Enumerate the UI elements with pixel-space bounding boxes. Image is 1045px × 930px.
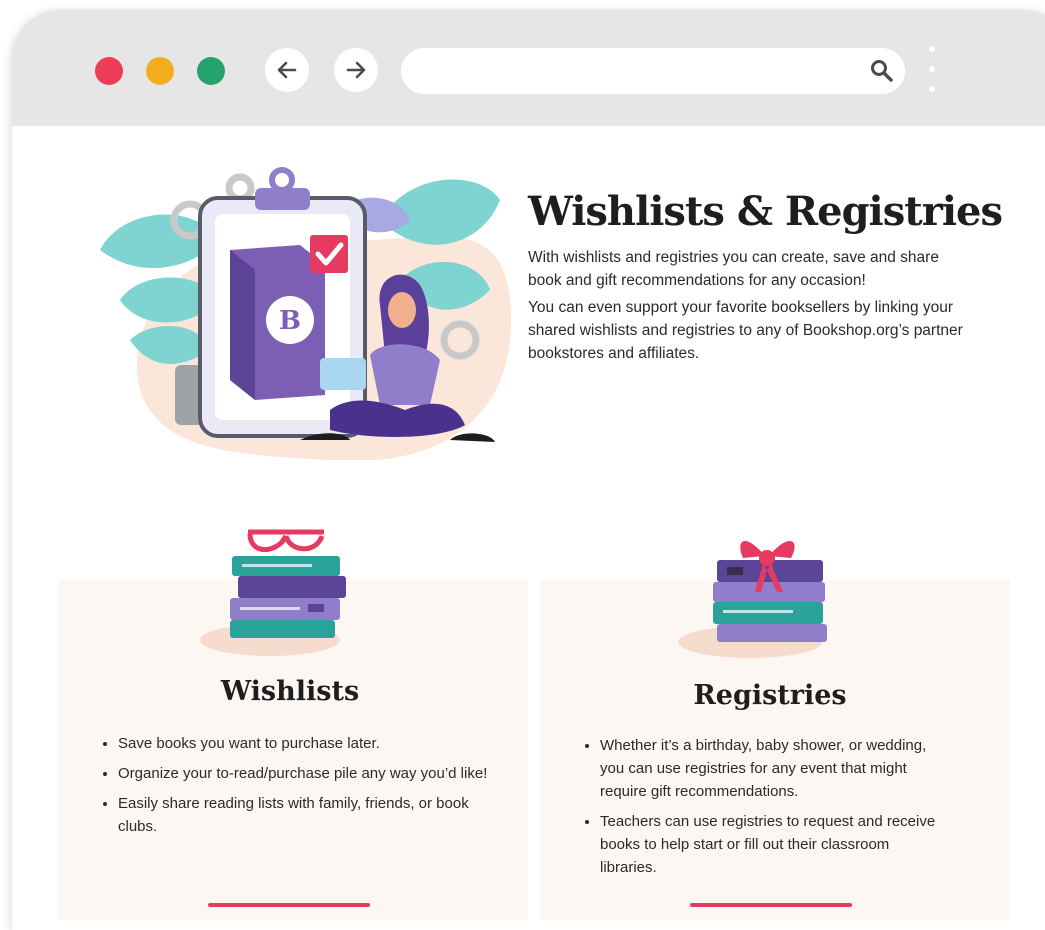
back-button[interactable] — [265, 48, 309, 92]
forward-button[interactable] — [334, 48, 378, 92]
maximize-window-button[interactable] — [197, 57, 225, 85]
kebab-menu-icon[interactable] — [927, 46, 937, 98]
arrow-right-icon — [346, 61, 366, 79]
list-item: Easily share reading lists with family, … — [118, 792, 488, 838]
browser-toolbar — [12, 10, 1045, 126]
registries-cta-button[interactable] — [690, 903, 852, 907]
page-title: Wishlists & Registries — [528, 188, 1003, 235]
address-bar[interactable] — [401, 48, 905, 94]
gift-books-icon — [678, 541, 827, 658]
book-emblem: B — [279, 306, 301, 336]
list-item: Whether it’s a birthday, baby shower, or… — [600, 734, 950, 803]
list-item: Save books you want to purchase later. — [118, 732, 488, 755]
registries-heading: Registries — [693, 680, 847, 711]
books-glasses-icon — [200, 529, 346, 656]
intro-paragraph-1: With wishlists and registries you can cr… — [528, 249, 939, 289]
minimize-window-button[interactable] — [146, 57, 174, 85]
wishlists-heading: Wishlists — [220, 676, 360, 707]
browser-window: B Wishlists & Registries With wishlists … — [12, 10, 1045, 930]
list-item: Teachers can use registries to request a… — [600, 810, 950, 879]
registries-list: Whether it’s a birthday, baby shower, or… — [580, 734, 950, 886]
intro-paragraph-2: You can even support your favorite books… — [528, 299, 963, 362]
list-item: Organize your to-read/purchase pile any … — [118, 762, 488, 785]
intro-text: With wishlists and registries you can cr… — [528, 246, 968, 369]
wishlists-cta-button[interactable] — [208, 903, 370, 907]
close-window-button[interactable] — [95, 57, 123, 85]
clipboard-illustration: B — [100, 167, 512, 460]
arrow-left-icon — [277, 61, 297, 79]
search-icon[interactable] — [869, 58, 895, 84]
wishlists-list: Save books you want to purchase later. O… — [98, 732, 488, 845]
